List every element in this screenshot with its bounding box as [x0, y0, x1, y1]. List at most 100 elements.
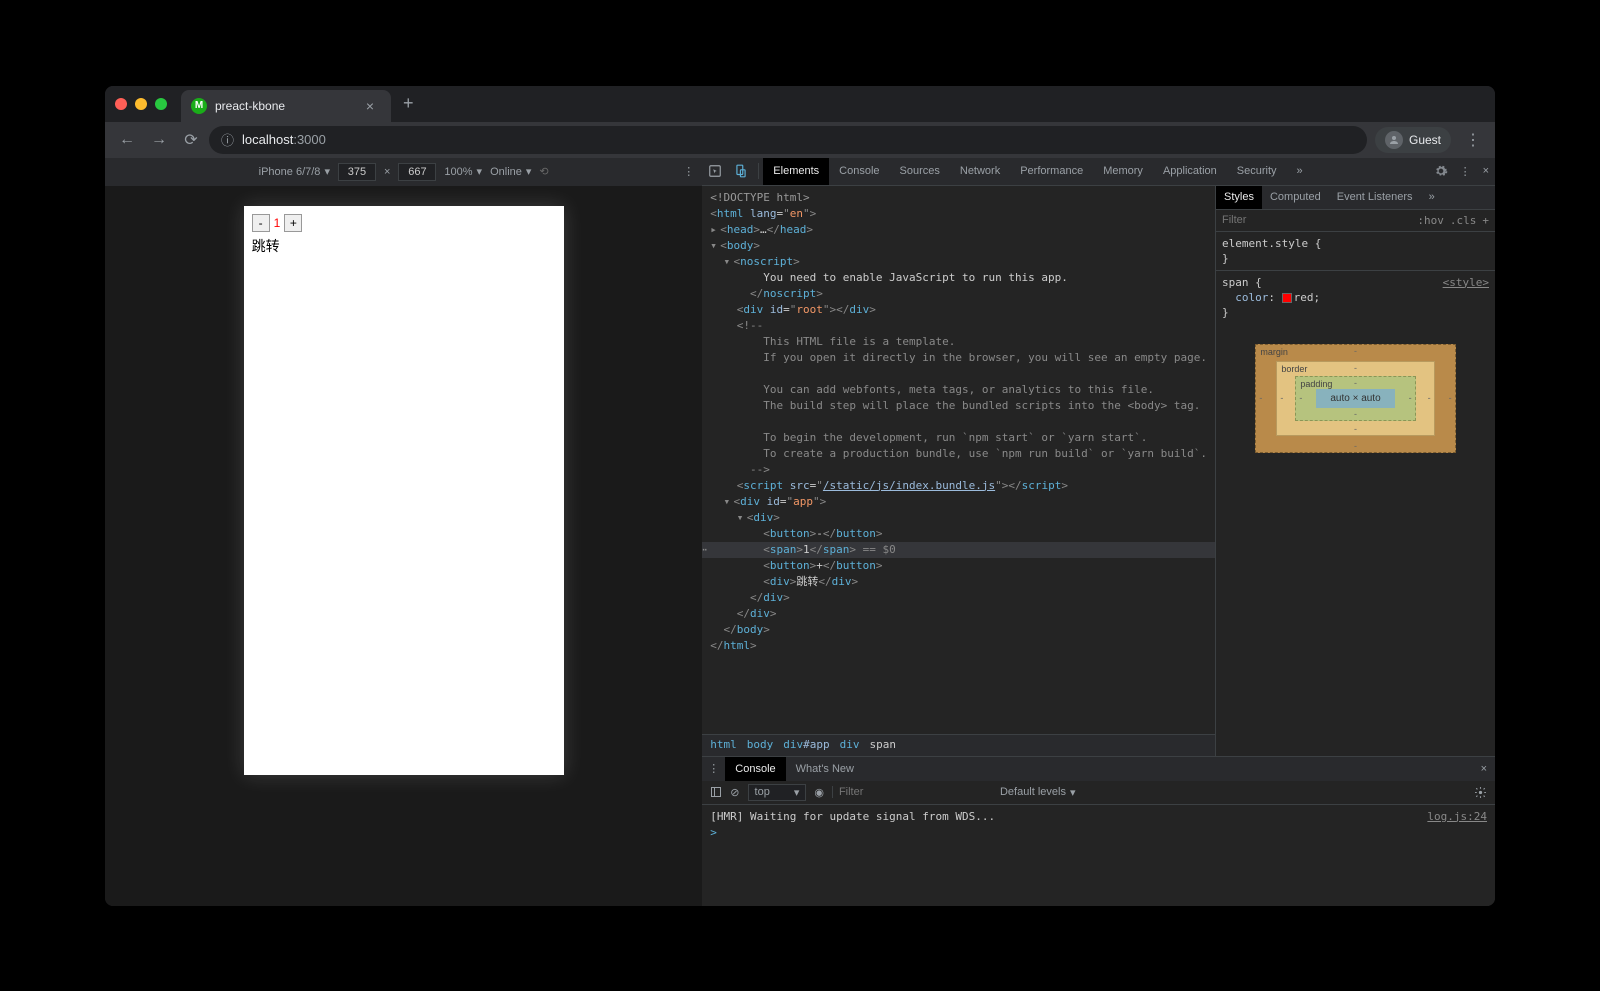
levels-label: Default levels	[1000, 786, 1066, 798]
tab-close-button[interactable]: ×	[363, 99, 377, 113]
color-swatch[interactable]	[1282, 293, 1292, 303]
throttle-selector[interactable]: Online ▾	[490, 165, 531, 178]
browser-menu-button[interactable]: ⋮	[1459, 130, 1487, 150]
tab-sources[interactable]: Sources	[890, 158, 950, 185]
rule-source[interactable]: <style>	[1443, 275, 1489, 290]
box-model[interactable]: margin ---- border ---- padding ---- aut…	[1216, 324, 1495, 473]
device-height-input[interactable]	[398, 163, 436, 181]
devtools-panel: Elements Console Sources Network Perform…	[702, 158, 1495, 906]
crumb-div[interactable]: div	[840, 737, 860, 753]
noscript-text: You need to enable JavaScript to run thi…	[763, 271, 1068, 284]
styles-filter-row: :hov .cls +	[1216, 210, 1495, 232]
html-lang: en	[790, 207, 803, 220]
profile-label: Guest	[1409, 133, 1441, 147]
script-src[interactable]: /static/js/index.bundle.js	[823, 479, 995, 492]
css-rules[interactable]: element.style { } <style>span { color: r…	[1216, 232, 1495, 324]
css-prop-color: color	[1235, 291, 1268, 304]
app-id: app	[793, 495, 813, 508]
device-toggle-icon[interactable]	[728, 164, 754, 178]
tab-styles[interactable]: Styles	[1216, 186, 1262, 209]
window-maximize-button[interactable]	[155, 98, 167, 110]
styles-filter-input[interactable]	[1222, 214, 1417, 226]
console-prompt[interactable]: >	[710, 825, 717, 841]
rule-close: }	[1222, 252, 1229, 265]
crumb-div-app[interactable]: div#app	[783, 737, 829, 753]
new-tab-button[interactable]: +	[399, 89, 418, 118]
cls-toggle[interactable]: .cls	[1450, 214, 1477, 227]
browser-tab[interactable]: M preact-kbone ×	[181, 90, 391, 122]
nav-reload-button[interactable]: ⟳	[177, 126, 205, 154]
nav-back-button[interactable]: ←	[113, 126, 141, 154]
elements-tree-pane: <!DOCTYPE html> <html lang="en"> ▸<head>…	[702, 186, 1215, 756]
increment-button[interactable]: +	[284, 214, 302, 232]
tab-event-listeners[interactable]: Event Listeners	[1329, 186, 1421, 209]
main-area: iPhone 6/7/8 ▾ × 100% ▾ Online ▾ ⟲ ⋮	[105, 158, 1495, 906]
site-info-icon[interactable]: ⓘ	[221, 130, 234, 149]
log-source-link[interactable]: log.js:24	[1427, 809, 1487, 825]
tab-computed[interactable]: Computed	[1262, 186, 1329, 209]
drawer-menu-button[interactable]: ⋮	[702, 762, 725, 775]
styles-tabs-overflow[interactable]: »	[1421, 186, 1443, 209]
tab-elements[interactable]: Elements	[763, 158, 829, 185]
dropdown-icon: ▾	[324, 165, 330, 178]
decrement-button[interactable]: -	[252, 214, 270, 232]
dom-tree[interactable]: <!DOCTYPE html> <html lang="en"> ▸<head>…	[702, 186, 1215, 734]
zoom-selector[interactable]: 100% ▾	[444, 165, 482, 178]
comment-line: The build step will place the bundled sc…	[763, 399, 1200, 412]
console-toolbar: ⊘ top ▾ ◉ Default levels ▾	[702, 781, 1495, 805]
settings-icon[interactable]	[1428, 164, 1454, 178]
nav-forward-button[interactable]: →	[145, 126, 173, 154]
tab-performance[interactable]: Performance	[1010, 158, 1093, 185]
drawer-tab-whatsnew[interactable]: What's New	[786, 757, 864, 781]
tab-memory[interactable]: Memory	[1093, 158, 1153, 185]
device-width-input[interactable]	[338, 163, 376, 181]
doctype-node: <!DOCTYPE html>	[710, 191, 809, 204]
clear-console-icon[interactable]: ⊘	[730, 786, 739, 799]
tabs-overflow-button[interactable]: »	[1287, 158, 1313, 185]
drawer-close-button[interactable]: ×	[1473, 763, 1495, 775]
selected-node[interactable]: <span>1</span> == $0	[702, 542, 1215, 558]
log-entry: [HMR] Waiting for update signal from WDS…	[710, 809, 1487, 825]
comment-line: To create a production bundle, use `npm …	[763, 447, 1207, 460]
url-path: :3000	[293, 132, 326, 147]
url-field[interactable]: ⓘ localhost:3000	[209, 126, 1367, 154]
hov-toggle[interactable]: :hov	[1417, 214, 1444, 227]
tab-application[interactable]: Application	[1153, 158, 1227, 185]
element-style-selector: element.style {	[1222, 237, 1321, 250]
log-levels-selector[interactable]: Default levels ▾	[1000, 786, 1076, 799]
profile-guest-button[interactable]: Guest	[1375, 127, 1451, 153]
inspect-icon[interactable]	[702, 164, 728, 178]
device-name: iPhone 6/7/8	[259, 166, 321, 178]
tab-console[interactable]: Console	[829, 158, 889, 185]
add-rule-button[interactable]: +	[1482, 214, 1489, 227]
counter-row: - 1 +	[252, 214, 556, 232]
crumb-html[interactable]: html	[710, 737, 737, 753]
jump-link[interactable]: 跳转	[252, 236, 556, 256]
device-selector[interactable]: iPhone 6/7/8 ▾	[259, 165, 330, 178]
dropdown-icon: ▾	[794, 786, 800, 799]
url-bar: ← → ⟳ ⓘ localhost:3000 Guest ⋮	[105, 122, 1495, 158]
comment-line: This HTML file is a template.	[763, 335, 955, 348]
console-body[interactable]: [HMR] Waiting for update signal from WDS…	[702, 805, 1495, 906]
button-minus-text: -	[816, 527, 823, 540]
rotate-icon[interactable]: ⟲	[539, 165, 548, 178]
context-selector[interactable]: top ▾	[748, 784, 807, 801]
tab-security[interactable]: Security	[1227, 158, 1287, 185]
url-host: localhost	[242, 132, 293, 147]
devtools-menu-button[interactable]: ⋮	[1454, 165, 1477, 178]
drawer-tab-console[interactable]: Console	[725, 757, 785, 781]
console-settings-icon[interactable]	[1474, 786, 1487, 799]
crumb-body[interactable]: body	[747, 737, 774, 753]
live-expression-icon[interactable]: ◉	[814, 786, 824, 799]
console-filter-input[interactable]	[832, 786, 992, 798]
crumb-span[interactable]: span	[870, 737, 897, 753]
tab-network[interactable]: Network	[950, 158, 1010, 185]
console-sidebar-icon[interactable]	[710, 786, 722, 798]
device-menu-button[interactable]: ⋮	[683, 165, 694, 178]
drawer-tabs: ⋮ Console What's New ×	[702, 757, 1495, 781]
window-close-button[interactable]	[115, 98, 127, 110]
throttle-value: Online	[490, 166, 522, 178]
devtools-close-button[interactable]: ×	[1477, 165, 1495, 177]
window-minimize-button[interactable]	[135, 98, 147, 110]
devtools-tabs: Elements Console Sources Network Perform…	[702, 158, 1495, 186]
